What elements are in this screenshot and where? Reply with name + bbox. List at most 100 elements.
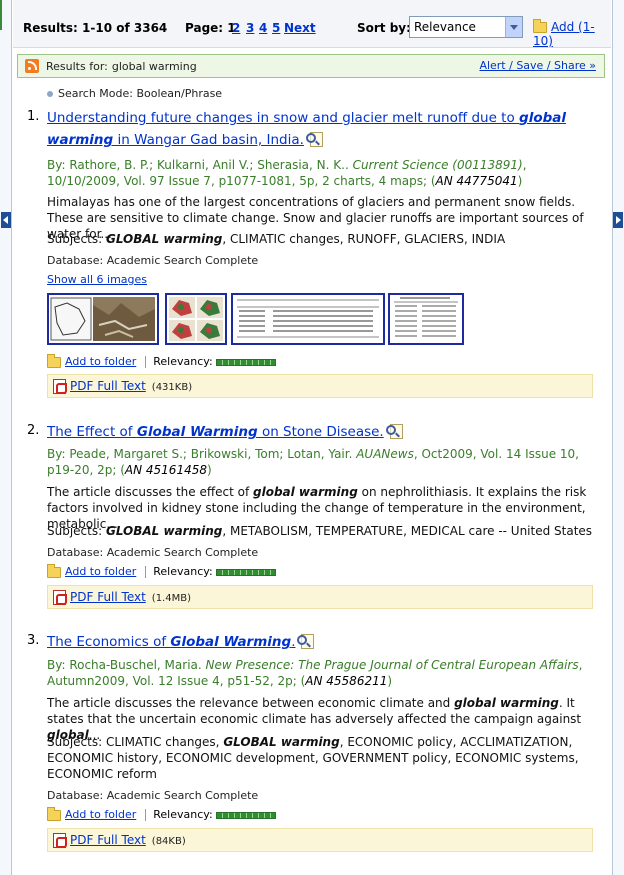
add-all-to-folder[interactable]: Add (1-10) <box>533 19 611 48</box>
abstract-highlight: global warming <box>253 485 358 499</box>
pdf-full-text-link[interactable]: PDF Full Text (84KB) <box>70 833 186 847</box>
pdf-full-text-link[interactable]: PDF Full Text (431KB) <box>70 379 192 393</box>
pdf-size: (84KB) <box>151 836 186 847</box>
authors: By: Rathore, B. P.; Kulkarni, Anil V.; S… <box>47 158 353 172</box>
search-mode-text: Search Mode: Boolean/Phrase <box>58 87 223 100</box>
results-count: Results: 1-10 of 3364 <box>23 21 168 35</box>
relevancy-bar <box>215 568 276 576</box>
right-frame <box>612 0 624 875</box>
page-link-2[interactable]: 2 <box>232 21 240 35</box>
abstract-text: The article discusses the relevance betw… <box>47 696 455 710</box>
image-thumbnail-charts[interactable] <box>165 293 227 345</box>
page-link-3[interactable]: 3 <box>246 21 254 35</box>
next-page-link[interactable]: Next <box>284 21 316 35</box>
rss-icon[interactable] <box>25 59 39 73</box>
record-subjects: Subjects: GLOBAL warming, CLIMATIC chang… <box>47 231 603 247</box>
title-text: The Effect of <box>47 424 137 440</box>
title-text: The Economics of <box>47 634 171 650</box>
pdf-label: PDF Full Text <box>70 590 146 604</box>
sort-select[interactable]: Relevance <box>409 16 523 38</box>
record-number: 2. <box>27 423 40 438</box>
record-title-link[interactable]: The Effect of Global Warming on Stone Di… <box>47 421 587 443</box>
image-thumbnail-map[interactable] <box>47 293 159 345</box>
show-all-images-link[interactable]: Show all 6 images <box>47 273 147 286</box>
pdf-icon[interactable] <box>53 590 67 605</box>
record-subjects: Subjects: CLIMATIC changes, GLOBAL warmi… <box>47 734 603 782</box>
title-text-end: . <box>291 634 296 650</box>
add-to-folder-link[interactable]: Add to folder <box>65 355 136 368</box>
results-for-text: Results for: global warming <box>46 60 197 73</box>
journal-title: Current Science (00113891) <box>352 158 523 172</box>
expand-right-arrow-icon[interactable] <box>613 212 623 228</box>
image-thumbnail-table[interactable] <box>231 293 385 345</box>
subjects-rest: , METABOLISM, TEMPERATURE, MEDICAL care … <box>222 524 593 538</box>
record-actions: Add to folder Relevancy: <box>47 563 276 578</box>
bullet-icon <box>47 91 53 97</box>
pdf-icon[interactable] <box>53 379 67 394</box>
subjects-label: Subjects: <box>47 524 106 538</box>
relevancy-label: Relevancy: <box>153 565 213 578</box>
pdf-full-text-box: PDF Full Text (1.4MB) <box>47 585 593 609</box>
pdf-icon[interactable] <box>53 833 67 848</box>
record-database: Database: Academic Search Complete <box>47 254 259 267</box>
collapse-left-arrow-icon[interactable] <box>1 212 11 228</box>
folder-icon <box>47 563 61 578</box>
preview-magnifier-icon[interactable] <box>385 423 406 441</box>
record-number: 1. <box>27 109 40 124</box>
title-text-end: on Stone Disease. <box>257 424 384 440</box>
record-title-link[interactable]: Understanding future changes in snow and… <box>47 107 587 151</box>
details-close: ) <box>206 463 212 477</box>
title-text: Understanding future changes in snow and… <box>47 110 520 126</box>
divider <box>145 566 147 578</box>
subject-highlight: GLOBAL warming <box>223 735 340 749</box>
preview-magnifier-icon[interactable] <box>297 633 317 651</box>
title-highlight: Global Warming <box>136 424 258 440</box>
add-to-folder-link[interactable]: Add to folder <box>65 808 136 821</box>
pdf-size: (1.4MB) <box>151 593 191 604</box>
preview-magnifier-icon[interactable] <box>305 131 326 149</box>
results-toolbar: Results: 1-10 of 3364 Page: 1 2 3 4 5 Ne… <box>13 0 611 48</box>
divider <box>145 809 147 821</box>
page-label: Page: 1 <box>185 21 236 35</box>
results-panel: Results: 1-10 of 3364 Page: 1 2 3 4 5 Ne… <box>13 0 611 875</box>
pdf-full-text-box: PDF Full Text (84KB) <box>47 828 593 852</box>
pdf-full-text-link[interactable]: PDF Full Text (1.4MB) <box>70 590 191 604</box>
subjects-label: Subjects: CLIMATIC changes, <box>47 735 224 749</box>
abstract-highlight: global warming <box>454 696 559 710</box>
accession-number: AN 44775041 <box>435 174 518 188</box>
divider <box>145 356 147 368</box>
page-link-4[interactable]: 4 <box>259 21 267 35</box>
record-title-link[interactable]: The Economics of Global Warming. <box>47 631 587 653</box>
title-highlight: Global Warming <box>170 634 292 650</box>
authors: By: Rocha-Buschel, Maria. <box>47 658 206 672</box>
journal-title: New Presence: The Prague Journal of Cent… <box>205 658 579 672</box>
add-to-folder-link[interactable]: Add to folder <box>65 565 136 578</box>
authors: By: Peade, Margaret S.; Brikowski, Tom; … <box>47 447 357 461</box>
results-for-label: Results for: <box>46 60 108 73</box>
details-close: ) <box>387 674 393 688</box>
accession-number: AN 45586211 <box>305 674 388 688</box>
details-close: ) <box>517 174 523 188</box>
relevancy-label: Relevancy: <box>153 808 213 821</box>
relevancy-label: Relevancy: <box>153 355 213 368</box>
pdf-label: PDF Full Text <box>70 833 146 847</box>
pdf-size: (431KB) <box>151 382 193 393</box>
record-number: 3. <box>27 633 40 648</box>
pdf-full-text-box: PDF Full Text (431KB) <box>47 374 593 398</box>
chevron-down-icon[interactable] <box>505 17 522 37</box>
accession-number: AN 45161458 <box>124 463 207 477</box>
record-database: Database: Academic Search Complete <box>47 789 259 802</box>
abstract-text: The article discusses the effect of <box>47 485 253 499</box>
relevancy-bar <box>215 358 276 366</box>
folder-icon <box>47 806 61 821</box>
subject-highlight: GLOBAL warming <box>105 232 223 246</box>
journal-title: AUANews <box>356 447 414 461</box>
results-for-bar: Results for: global warming Alert / Save … <box>17 54 605 78</box>
folder-icon <box>533 19 547 33</box>
record-actions: Add to folder Relevancy: <box>47 353 276 368</box>
page-link-5[interactable]: 5 <box>272 21 280 35</box>
alert-save-share-link[interactable]: Alert / Save / Share » <box>479 59 596 72</box>
image-thumbnail-data-table[interactable] <box>388 293 464 345</box>
folder-icon <box>47 353 61 368</box>
record-byline: By: Peade, Margaret S.; Brikowski, Tom; … <box>47 446 603 478</box>
